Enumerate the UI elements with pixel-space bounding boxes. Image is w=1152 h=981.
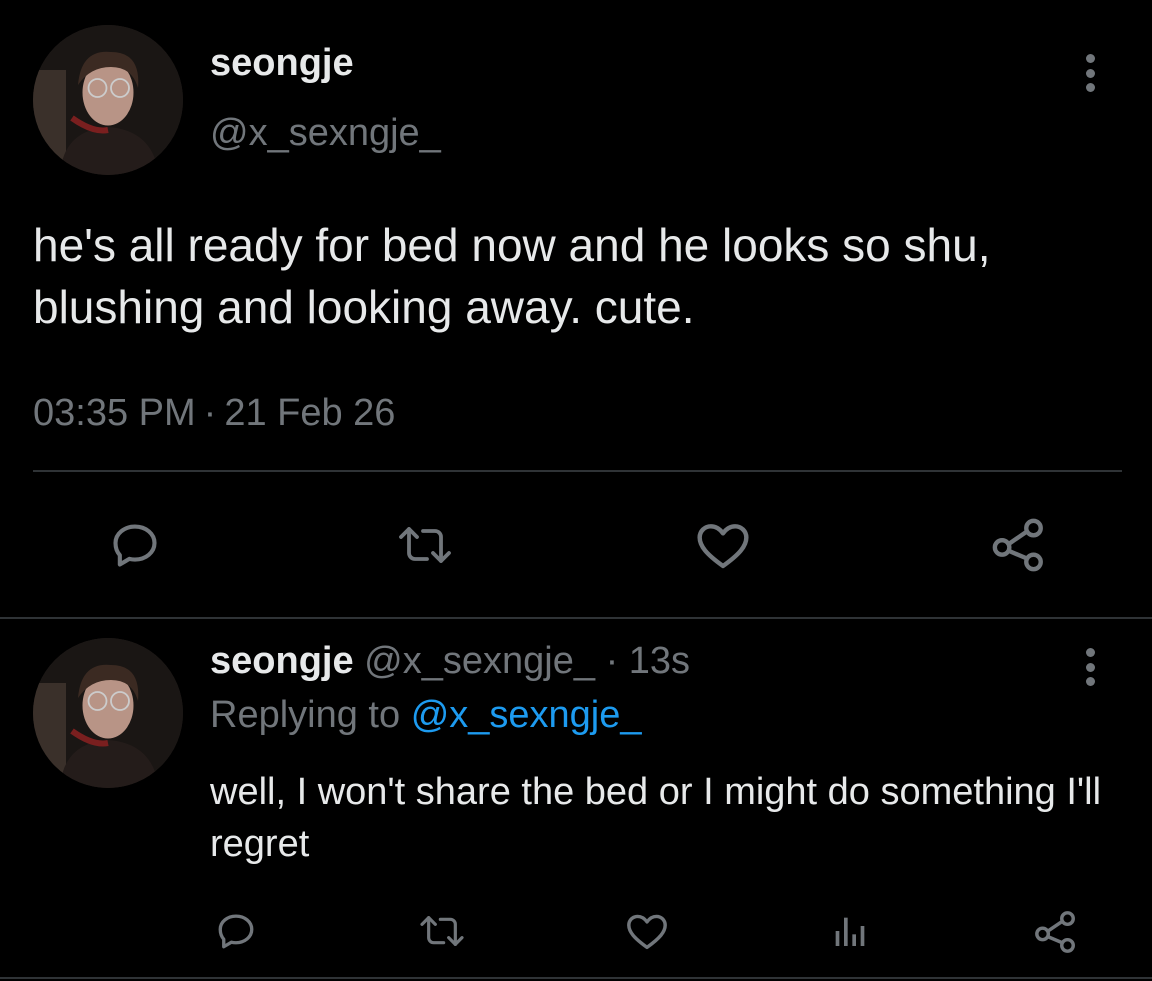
reply-text: well, I won't share the bed or I might d… bbox=[210, 771, 1102, 865]
share-icon bbox=[992, 518, 1043, 572]
reply-icon bbox=[218, 914, 254, 949]
replying-to: Replying to @x_sexngje_ bbox=[210, 694, 642, 737]
share-button[interactable] bbox=[986, 512, 1052, 578]
reply-separator: · bbox=[605, 640, 619, 682]
retweet-icon bbox=[420, 916, 464, 946]
reply-button[interactable] bbox=[104, 514, 166, 576]
avatar-image bbox=[33, 25, 183, 175]
like-button[interactable] bbox=[622, 906, 672, 956]
display-name[interactable]: seongje bbox=[210, 42, 354, 85]
like-icon bbox=[697, 524, 749, 569]
tweet-time: 03:35 PM bbox=[33, 392, 196, 434]
divider bbox=[33, 470, 1122, 472]
user-handle[interactable]: @x_sexngje_ bbox=[210, 112, 441, 155]
reply-avatar[interactable] bbox=[33, 638, 183, 788]
timestamp-separator: · bbox=[203, 392, 217, 434]
avatar[interactable] bbox=[33, 25, 183, 175]
replying-to-mention[interactable]: @x_sexngje_ bbox=[411, 694, 642, 736]
like-icon bbox=[627, 914, 667, 950]
like-button[interactable] bbox=[690, 514, 756, 576]
reply-button[interactable] bbox=[211, 906, 261, 956]
retweet-icon bbox=[399, 527, 451, 563]
retweet-button[interactable] bbox=[412, 906, 472, 956]
tweet-date: 21 Feb 26 bbox=[224, 392, 396, 434]
replying-to-label: Replying to bbox=[210, 694, 401, 736]
more-options-icon[interactable] bbox=[1078, 50, 1102, 96]
reply-user-handle[interactable]: @x_sexngje_ bbox=[364, 640, 595, 682]
avatar-image bbox=[33, 638, 183, 788]
more-options-icon[interactable] bbox=[1078, 644, 1102, 690]
analytics-button[interactable] bbox=[824, 906, 874, 956]
reply-header: seongje @x_sexngje_ · 13s bbox=[210, 640, 690, 683]
tweet-text: he's all ready for bed now and he looks … bbox=[33, 219, 991, 333]
share-button[interactable] bbox=[1028, 904, 1084, 960]
divider bbox=[0, 977, 1152, 979]
share-icon bbox=[1035, 911, 1075, 953]
reply-icon bbox=[113, 524, 157, 567]
divider bbox=[0, 617, 1152, 619]
reply-time[interactable]: 13s bbox=[629, 640, 690, 682]
tweet-timestamp[interactable]: 03:35 PM · 21 Feb 26 bbox=[33, 392, 395, 435]
reply-display-name[interactable]: seongje bbox=[210, 640, 354, 682]
analytics-icon bbox=[835, 917, 865, 946]
retweet-button[interactable] bbox=[385, 514, 465, 576]
